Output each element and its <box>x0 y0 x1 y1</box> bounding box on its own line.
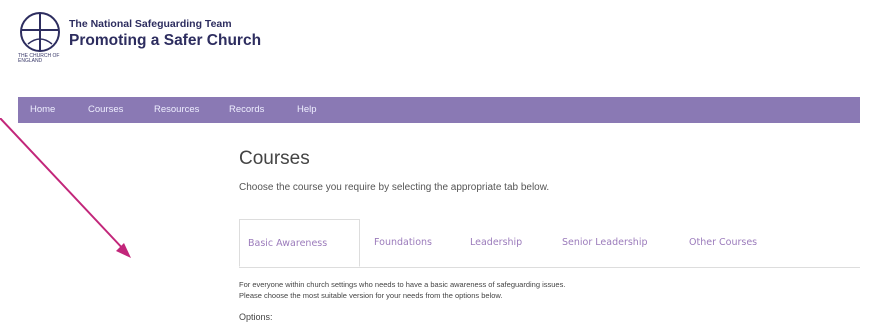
tab-label: Basic Awareness <box>248 238 328 249</box>
tab-basic-awareness[interactable]: Basic Awareness <box>239 219 360 267</box>
main-nav: Home Courses Resources Records Help <box>18 97 860 123</box>
tab-other-courses[interactable]: Other Courses <box>689 227 757 259</box>
nav-records[interactable]: Records <box>229 97 264 123</box>
logo-caption: THE CHURCH OF ENGLAND <box>18 53 60 64</box>
course-tabs: Basic Awareness Foundations Leadership S… <box>239 219 860 268</box>
nav-help[interactable]: Help <box>297 97 317 123</box>
tab-foundations[interactable]: Foundations <box>374 227 432 259</box>
page-title: Courses <box>239 148 310 169</box>
site-slogan: Promoting a Safer Church <box>69 32 262 49</box>
team-name: The National Safeguarding Team <box>69 18 232 30</box>
courses-panel: Courses Choose the course you require by… <box>239 148 860 322</box>
tab-content-line: For everyone within church settings who … <box>239 280 566 289</box>
tab-label: Other Courses <box>689 237 758 248</box>
tab-label: Foundations <box>374 237 432 248</box>
tab-content-line: Please choose the most suitable version … <box>239 291 503 300</box>
tab-leadership[interactable]: Leadership <box>470 227 522 259</box>
site-header: THE CHURCH OF ENGLAND The National Safeg… <box>18 10 278 70</box>
annotation-arrow-icon <box>0 118 131 258</box>
tab-label: Leadership <box>470 237 523 248</box>
page-description: Choose the course you require by selecti… <box>239 182 550 193</box>
tab-content: For everyone within church settings who … <box>239 279 565 301</box>
tab-senior-leadership[interactable]: Senior Leadership <box>562 227 648 259</box>
nav-resources[interactable]: Resources <box>154 97 199 123</box>
tab-label: Senior Leadership <box>562 237 648 248</box>
